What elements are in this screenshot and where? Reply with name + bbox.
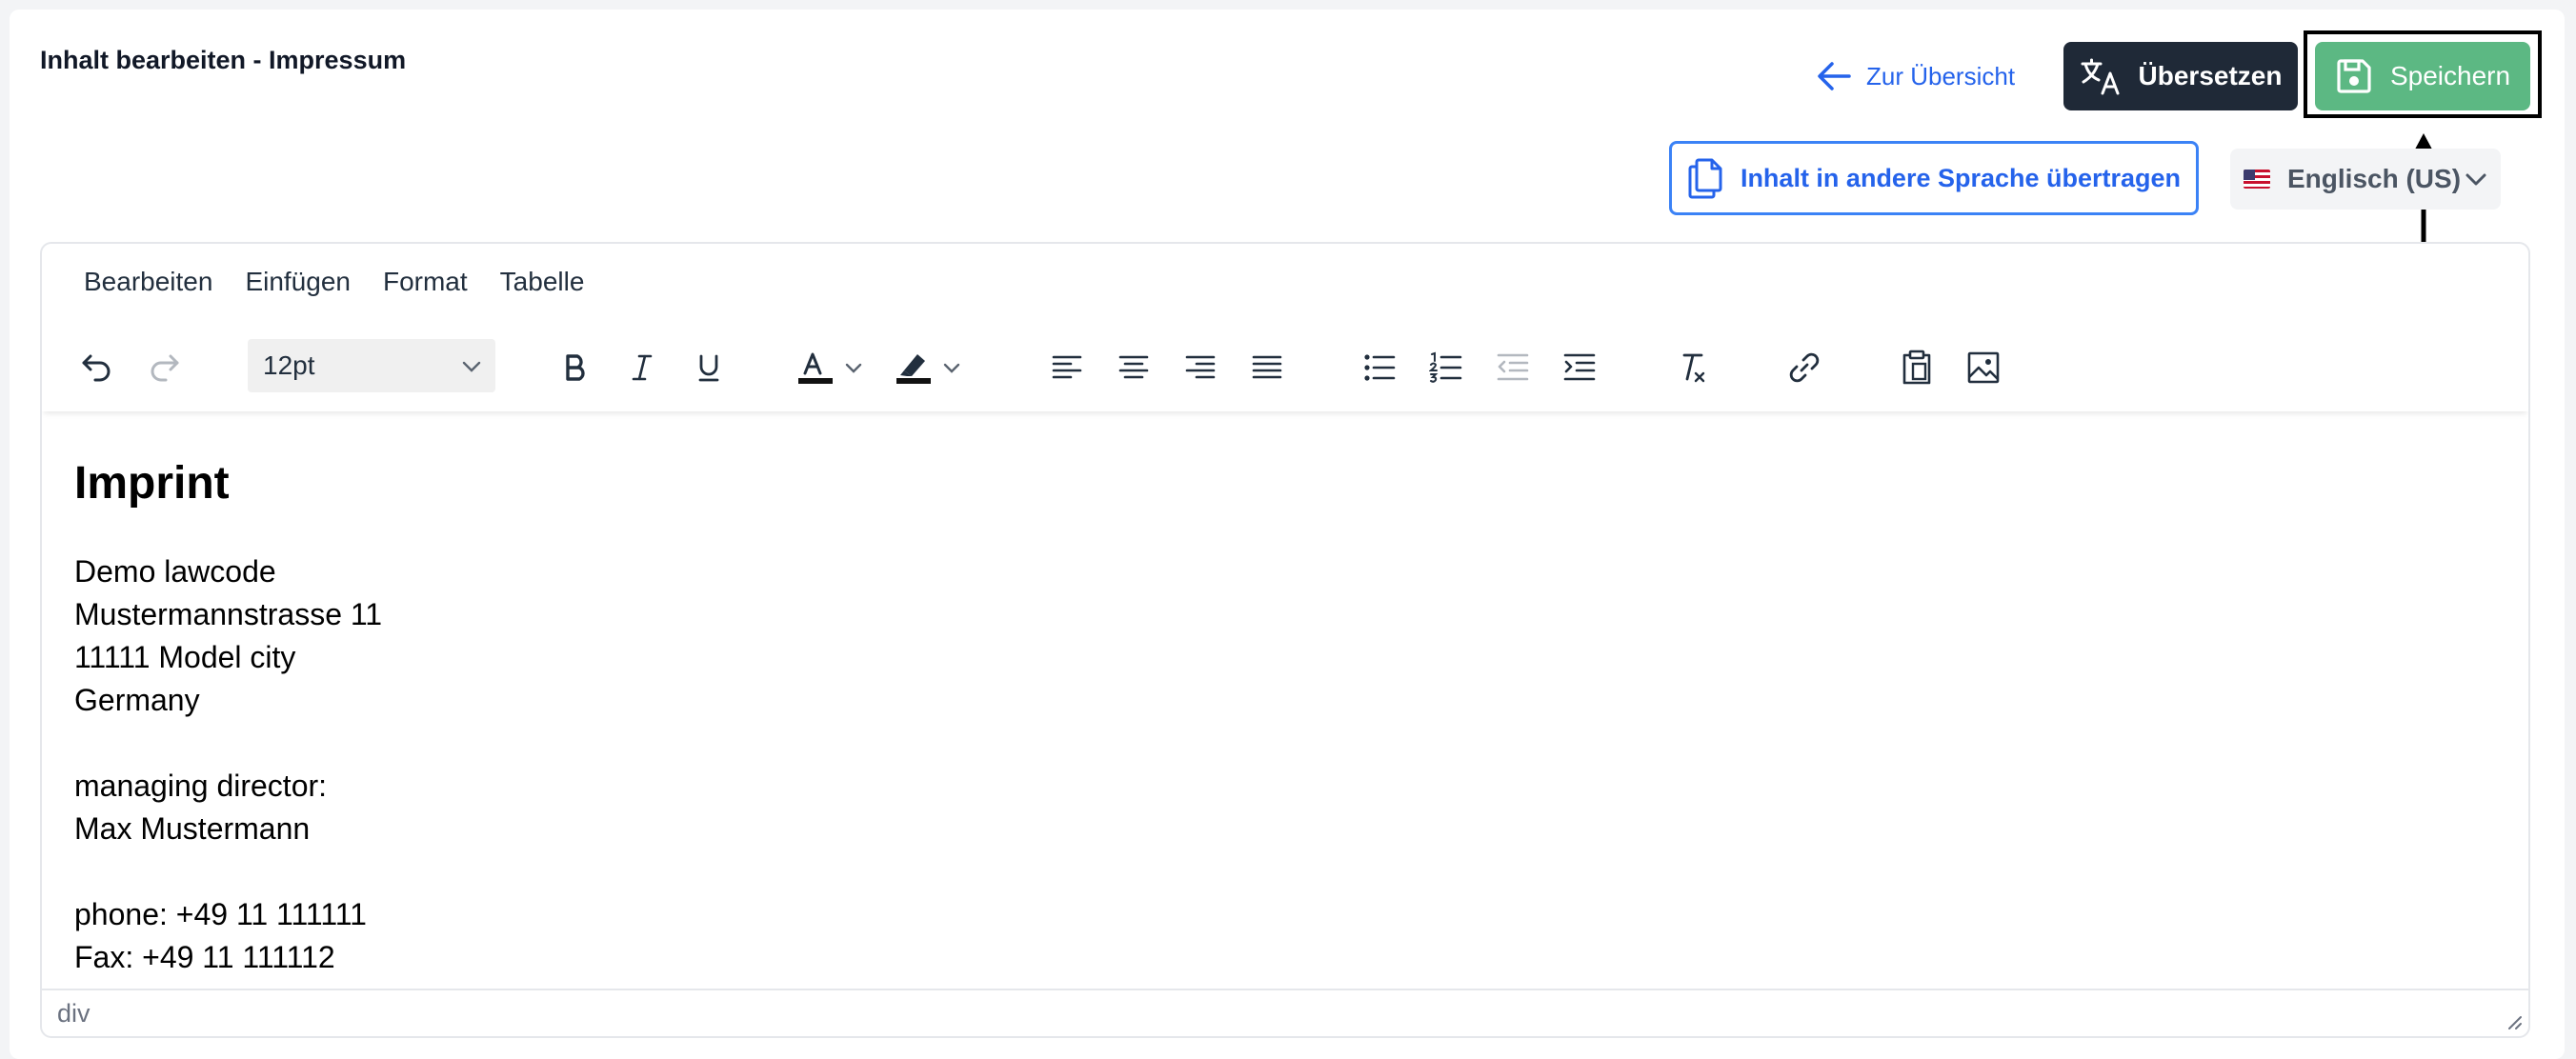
align-justify-button[interactable]: [1240, 341, 1294, 394]
align-left-icon: [1052, 355, 1082, 379]
translate-button-label: Übersetzen: [2138, 61, 2283, 90]
text-color-button[interactable]: [795, 341, 880, 394]
bold-button[interactable]: [549, 341, 602, 394]
translate-button[interactable]: Übersetzen: [2063, 42, 2298, 110]
clear-formatting-button[interactable]: [1665, 341, 1719, 394]
italic-button[interactable]: [615, 341, 669, 394]
bullet-list-icon: [1364, 354, 1396, 381]
bold-icon: [566, 354, 585, 381]
outdent-button[interactable]: [1486, 341, 1540, 394]
editor-statusbar: div: [42, 989, 2528, 1036]
paste-button[interactable]: [1890, 341, 1943, 394]
insert-image-button[interactable]: [1957, 341, 2010, 394]
chevron-down-icon: [462, 361, 481, 372]
highlighter-icon: [896, 354, 931, 384]
content-heading: Imprint: [74, 458, 230, 509]
content-line: Max Mustermann: [74, 811, 311, 846]
align-left-button[interactable]: [1040, 341, 1094, 394]
highlight-color-button[interactable]: [893, 341, 978, 394]
content-line: Demo lawcode: [74, 554, 276, 589]
chevron-down-icon: [845, 363, 862, 373]
insert-link-button[interactable]: [1778, 341, 1831, 394]
transfer-button-label: Inhalt in andere Sprache übertragen: [1740, 163, 2182, 192]
align-justify-icon: [1252, 355, 1282, 379]
us-flag-icon: [2244, 170, 2270, 189]
arrow-left-icon: [1818, 62, 1851, 90]
chevron-down-icon: [943, 363, 960, 373]
language-select[interactable]: Englisch (US): [2230, 149, 2501, 210]
numbered-list-button[interactable]: [1419, 341, 1473, 394]
align-right-button[interactable]: [1174, 341, 1227, 394]
bullet-list-button[interactable]: [1353, 341, 1406, 394]
align-center-button[interactable]: [1107, 341, 1160, 394]
element-path[interactable]: div: [57, 999, 91, 1029]
indent-button[interactable]: [1553, 341, 1606, 394]
indent-icon: [1563, 353, 1596, 381]
content-line: phone: +49 11 111111: [74, 897, 367, 931]
editor-content[interactable]: Imprint Demo lawcode Mustermannstrasse 1…: [74, 411, 2528, 989]
redo-icon: [151, 354, 179, 382]
font-size-select[interactable]: 12pt: [248, 339, 495, 392]
menu-table[interactable]: Tabelle: [500, 267, 585, 297]
transfer-content-button[interactable]: Inhalt in andere Sprache übertragen: [1669, 141, 2199, 215]
floppy-disk-icon: [2337, 59, 2371, 93]
menu-insert[interactable]: Einfügen: [245, 267, 351, 297]
content-line: Mustermannstrasse 11: [74, 597, 383, 631]
numbered-list-icon: [1429, 351, 1462, 383]
outdent-icon: [1497, 353, 1529, 381]
copy-document-icon: [1688, 158, 1722, 199]
content-line: [74, 850, 382, 893]
back-link-label: Zur Übersicht: [1866, 61, 2016, 90]
content-body: Demo lawcode Mustermannstrasse 11 11111 …: [74, 550, 382, 979]
translate-icon: [2081, 58, 2120, 95]
content-line: managing director:: [74, 769, 328, 803]
image-icon: [1967, 351, 2000, 384]
menu-edit[interactable]: Bearbeiten: [84, 267, 212, 297]
editor-menubar: Bearbeiten Einfügen Format Tabelle: [42, 244, 2528, 320]
content-line: Germany: [74, 683, 200, 717]
font-size-value: 12pt: [263, 350, 315, 380]
save-button-label: Speichern: [2389, 61, 2511, 90]
rich-text-editor: Bearbeiten Einfügen Format Tabelle 12pt …: [40, 242, 2530, 1038]
redo-button[interactable]: [137, 341, 191, 394]
italic-icon: [632, 354, 653, 381]
save-button[interactable]: Speichern: [2315, 42, 2530, 110]
align-center-icon: [1118, 355, 1149, 379]
language-select-value: Englisch (US): [2287, 164, 2462, 193]
chevron-down-icon: [2465, 173, 2486, 186]
content-line: Fax: +49 11 111112: [74, 940, 335, 974]
back-to-overview-link[interactable]: Zur Übersicht: [1817, 55, 2015, 97]
link-icon: [1789, 352, 1820, 383]
clipboard-icon: [1902, 350, 1931, 385]
content-line: 11111 Model city: [74, 640, 296, 674]
page-title: Inhalt bearbeiten - Impressum: [40, 46, 407, 74]
undo-icon: [82, 354, 111, 382]
clear-formatting-icon: [1682, 353, 1705, 383]
align-right-icon: [1185, 355, 1216, 379]
content-line: [74, 722, 382, 765]
undo-button[interactable]: [70, 341, 124, 394]
underline-button[interactable]: [682, 341, 735, 394]
underline-icon: [698, 354, 719, 382]
resize-handle-icon[interactable]: [2502, 1009, 2523, 1030]
menu-format[interactable]: Format: [383, 267, 468, 297]
text-color-icon: [798, 352, 833, 384]
